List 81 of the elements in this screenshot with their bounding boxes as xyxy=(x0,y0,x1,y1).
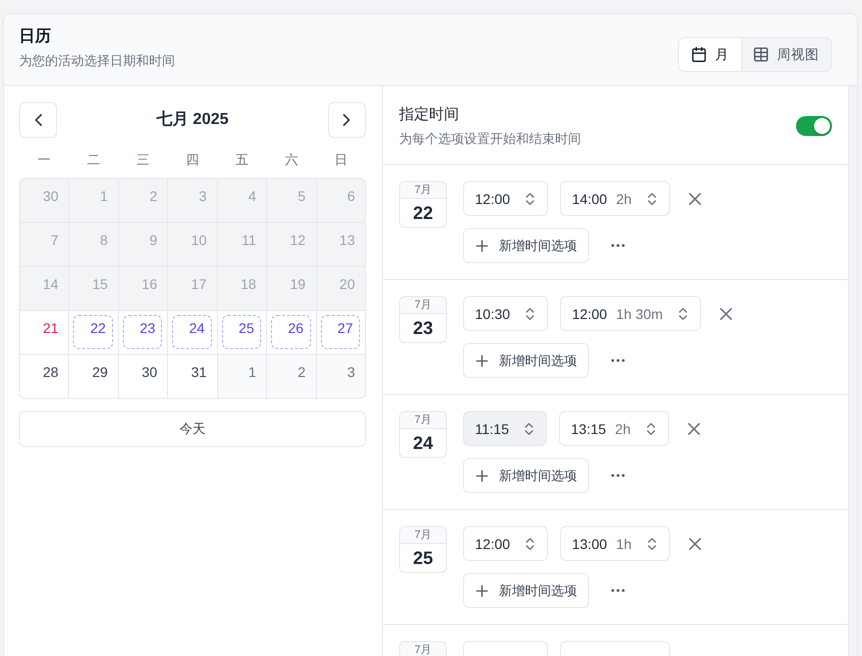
day-cell[interactable]: 28 xyxy=(20,355,68,398)
plus-icon xyxy=(476,240,488,252)
section-title: 指定时间 xyxy=(399,105,460,125)
toggle-switch[interactable] xyxy=(796,116,832,136)
more-icon xyxy=(611,359,625,362)
day-number: 25 xyxy=(400,543,446,572)
end-time-select[interactable]: 13:00 1h xyxy=(560,526,670,561)
weekday-label: 三 xyxy=(135,151,150,169)
add-time-option-button[interactable]: 新增时间选项 xyxy=(463,458,589,493)
start-time-select[interactable]: 10:30 xyxy=(463,296,548,331)
weekday-label: 六 xyxy=(284,151,300,169)
duration-label: 2h xyxy=(616,190,632,206)
week-view-tab[interactable]: 周视图 xyxy=(741,38,831,71)
add-time-option-button[interactable]: 新增时间选项 xyxy=(463,228,589,263)
day-cell[interactable]: 29 xyxy=(69,355,118,398)
day-cell[interactable]: 22 xyxy=(69,311,118,354)
chevron-up-down-icon xyxy=(526,308,534,320)
close-icon xyxy=(720,308,732,320)
day-cell[interactable]: 26 xyxy=(267,311,316,354)
end-time-select[interactable]: 13:15 2h xyxy=(559,411,669,446)
month-label: 7月 xyxy=(400,642,446,656)
duration-label: 1h 30m xyxy=(616,306,663,322)
close-icon xyxy=(688,192,701,204)
close-icon xyxy=(688,538,701,550)
month-label: 7月 xyxy=(400,412,446,428)
day-cell[interactable]: 2 xyxy=(267,355,316,398)
previous-month-button[interactable] xyxy=(19,102,57,138)
weekday-label: 四 xyxy=(184,151,200,169)
close-icon xyxy=(688,422,700,434)
day-cell[interactable]: 30 xyxy=(118,355,168,398)
day-cell[interactable]: 3 xyxy=(316,355,365,398)
start-time-select[interactable]: 12:00 xyxy=(463,181,548,216)
end-time-select[interactable]: 12:00 1h 30m xyxy=(560,296,701,331)
chevron-right-icon xyxy=(343,114,350,126)
month-title: 七月 2025 xyxy=(156,110,229,130)
end-time-select[interactable]: 14:00 2h xyxy=(560,181,670,216)
day-number: 24 xyxy=(400,428,446,457)
day-cell[interactable]: 31 xyxy=(168,355,217,398)
more-icon xyxy=(611,244,625,247)
month-view-tab[interactable]: 月 xyxy=(679,38,741,71)
today-button[interactable]: 今天 xyxy=(19,411,366,447)
more-icon xyxy=(611,474,625,477)
chevron-up-down-icon xyxy=(648,192,656,204)
day-cell[interactable]: 23 xyxy=(118,311,168,354)
duration-label: 2h xyxy=(615,420,631,436)
section-subtitle: 为每个选项设置开始和结束时间 xyxy=(399,130,581,148)
chevron-up-down-icon xyxy=(648,538,656,550)
chevron-up-down-icon xyxy=(678,308,687,320)
duration-label: 1h xyxy=(616,536,632,552)
chevron-up-down-icon xyxy=(526,192,534,204)
card-subtitle: 为您的活动选择日期和时间 xyxy=(19,52,175,70)
start-time-select[interactable]: 12:00 xyxy=(463,526,548,561)
chevron-left-icon xyxy=(34,114,42,126)
day-cell[interactable]: 21 xyxy=(20,311,68,354)
weekday-label: 五 xyxy=(234,151,250,169)
month-label: 7月 xyxy=(400,182,446,198)
day-number: 22 xyxy=(400,198,446,227)
chevron-up-down-icon xyxy=(525,422,533,434)
weekday-label: 二 xyxy=(86,151,101,169)
more-icon xyxy=(611,589,625,592)
weekday-label: 日 xyxy=(334,151,349,169)
day-number: 23 xyxy=(400,313,446,342)
plus-icon xyxy=(476,584,488,596)
day-cell[interactable]: 27 xyxy=(316,311,365,354)
day-cell[interactable]: 25 xyxy=(218,311,266,354)
calendar-icon xyxy=(692,47,706,62)
chevron-up-down-icon xyxy=(646,422,655,434)
day-cell[interactable]: 24 xyxy=(168,311,217,354)
chevron-up-down-icon xyxy=(526,538,534,550)
weekday-label: 一 xyxy=(36,151,52,169)
next-month-button[interactable] xyxy=(328,102,366,138)
add-time-option-button[interactable]: 新增时间选项 xyxy=(463,573,589,608)
start-time-select[interactable]: 11:15 xyxy=(463,411,547,446)
month-label: 7月 xyxy=(400,297,446,313)
day-cell[interactable]: 1 xyxy=(218,355,266,398)
plus-icon xyxy=(476,470,488,482)
card-title: 日历 xyxy=(19,27,52,47)
month-label: 7月 xyxy=(400,527,446,543)
add-time-option-button[interactable]: 新增时间选项 xyxy=(463,343,589,378)
grid-icon xyxy=(754,47,768,62)
plus-icon xyxy=(476,354,488,366)
